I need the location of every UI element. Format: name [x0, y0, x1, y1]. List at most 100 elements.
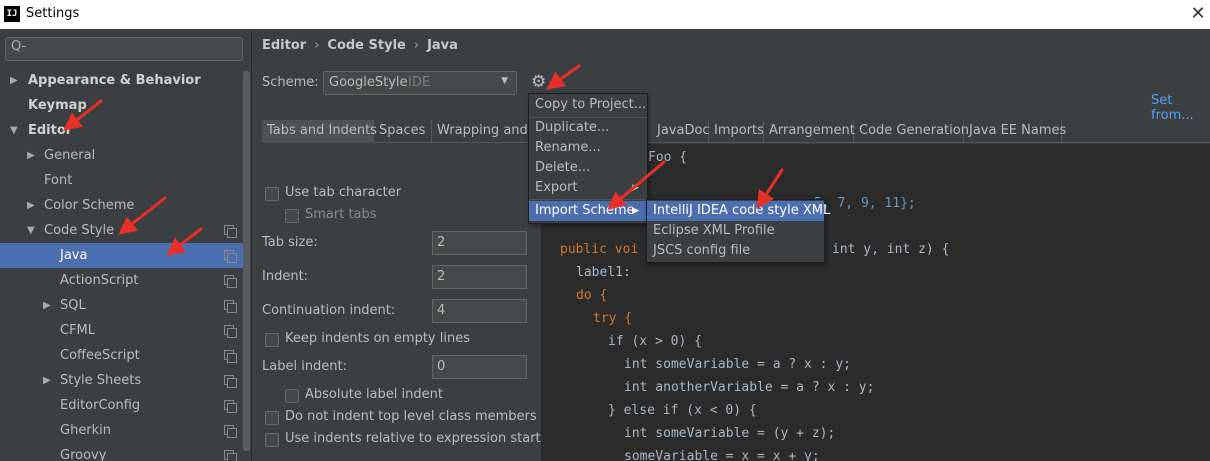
- search-icon: Q-: [11, 39, 27, 54]
- sidebar-item-label: Color Scheme: [44, 198, 135, 213]
- chevron-down-icon[interactable]: ▼: [10, 118, 18, 143]
- close-icon[interactable]: ✕: [1186, 2, 1210, 26]
- code-line: if (x > 0) {: [608, 334, 702, 349]
- breadcrumb-separator: ›: [314, 38, 320, 53]
- tab-bar: Tabs and Indents Spaces Wrapping and B J…: [262, 120, 1210, 143]
- menu-item-copy-to-project[interactable]: Copy to Project...: [529, 95, 647, 115]
- indent-label: Indent:: [262, 269, 309, 284]
- no-indent-top-checkbox[interactable]: [265, 411, 279, 425]
- breadcrumb-separator: ›: [413, 38, 420, 53]
- tab-tabs-and-indents[interactable]: Tabs and Indents: [262, 120, 377, 143]
- sidebar-item-gherkin[interactable]: Gherkin: [0, 418, 243, 443]
- chevron-down-icon: ▼: [501, 76, 508, 86]
- sidebar-item-keymap[interactable]: Keymap: [0, 93, 243, 118]
- tab-arrangement[interactable]: Arrangement: [764, 120, 855, 143]
- tab-size-field[interactable]: 2: [432, 231, 527, 255]
- tab-javadoc[interactable]: JavaDoc: [652, 120, 710, 143]
- sidebar-item-label: Java: [60, 248, 88, 263]
- keep-indents-label: Keep indents on empty lines: [285, 331, 470, 346]
- chevron-right-icon[interactable]: ▶: [27, 193, 35, 218]
- absolute-label-checkbox[interactable]: [285, 389, 299, 403]
- sidebar-item-editorconfig[interactable]: EditorConfig: [0, 393, 243, 418]
- tab-size-label: Tab size:: [262, 235, 318, 250]
- sidebar-item-appearance[interactable]: ▶ Appearance & Behavior: [0, 68, 243, 93]
- relative-indent-label: Use indents relative to expression start: [285, 431, 541, 446]
- continuation-indent-label: Continuation indent:: [262, 303, 396, 318]
- import-scheme-submenu: IntelliJ IDEA code style XML Eclipse XML…: [646, 199, 830, 263]
- sidebar-item-label: Font: [44, 173, 73, 188]
- code-line: int someVariable = (y + z);: [624, 426, 836, 441]
- menu-item-label: Import Scheme: [535, 203, 635, 218]
- menu-item-intellij-xml[interactable]: IntelliJ IDEA code style XML: [647, 201, 830, 221]
- sidebar-item-label: CFML: [60, 323, 96, 338]
- chevron-right-icon[interactable]: ▶: [43, 368, 51, 393]
- menu-item-export[interactable]: Export ▶: [529, 178, 647, 198]
- code-line: } else if (x < 0) {: [608, 403, 757, 418]
- breadcrumb: Editor › Code Style › Java: [262, 38, 458, 53]
- window-title: Settings: [26, 6, 80, 21]
- sidebar-item-label: ActionScript: [60, 273, 139, 288]
- sidebar-item-general[interactable]: ▶ General: [0, 143, 243, 168]
- menu-item-label: Export: [535, 180, 578, 195]
- project-copy-icon: [224, 225, 237, 238]
- scheme-value: GoogleStyle: [329, 75, 408, 90]
- menu-item-import-scheme[interactable]: Import Scheme ▶: [529, 201, 647, 221]
- use-tab-checkbox[interactable]: [265, 187, 279, 201]
- tab-imports[interactable]: Imports: [709, 120, 764, 143]
- tab-spaces[interactable]: Spaces: [374, 120, 432, 143]
- keep-indents-checkbox[interactable]: [265, 333, 279, 347]
- sidebar-item-label: SQL: [60, 298, 86, 313]
- sidebar-item-label: Style Sheets: [60, 373, 142, 388]
- tab-wrapping[interactable]: Wrapping and B: [432, 120, 541, 143]
- sidebar-item-label: CoffeeScript: [60, 348, 140, 363]
- indent-field[interactable]: 2: [432, 265, 527, 289]
- sidebar-item-font[interactable]: Font: [0, 168, 243, 193]
- tab-java-ee-names[interactable]: Java EE Names: [964, 120, 1066, 143]
- sidebar-item-sql[interactable]: ▶ SQL: [0, 293, 243, 318]
- gear-icon[interactable]: ⚙: [531, 72, 546, 92]
- title-bar: IJ Settings ✕: [0, 0, 1210, 29]
- settings-tree: ▶ Appearance & Behavior Keymap ▼ Editor …: [0, 68, 243, 461]
- menu-item-duplicate[interactable]: Duplicate...: [529, 118, 647, 138]
- sidebar-item-java[interactable]: Java: [0, 243, 243, 268]
- indent-options: Use tab character Smart tabs Tab size: 2…: [253, 144, 542, 461]
- sidebar-item-code-style[interactable]: ▼ Code Style: [0, 218, 243, 243]
- smart-tabs-checkbox[interactable]: [285, 209, 299, 223]
- sidebar-item-label: Keymap: [28, 98, 87, 113]
- sidebar-item-actionscript[interactable]: ActionScript: [0, 268, 243, 293]
- menu-item-eclipse-xml[interactable]: Eclipse XML Profile: [647, 221, 824, 241]
- sidebar-item-style-sheets[interactable]: ▶ Style Sheets: [0, 368, 243, 393]
- sidebar-item-cfml[interactable]: CFML: [0, 318, 243, 343]
- code-line: Foo {: [648, 150, 688, 165]
- code-line: int someVariable = a ? x : y;: [624, 357, 851, 372]
- settings-sidebar: Q- ▶ Appearance & Behavior Keymap ▼ Edit…: [0, 29, 252, 461]
- set-from-link[interactable]: Set from...: [1151, 93, 1210, 123]
- relative-indent-checkbox[interactable]: [265, 433, 279, 447]
- sidebar-item-label: Appearance & Behavior: [28, 73, 201, 88]
- chevron-right-icon[interactable]: ▶: [27, 143, 35, 168]
- code-line: public voi: [560, 242, 639, 257]
- breadcrumb-code-style: Code Style: [327, 38, 406, 53]
- submenu-arrow-icon: ▶: [632, 206, 639, 216]
- chevron-right-icon[interactable]: ▶: [43, 293, 51, 318]
- sidebar-item-groovy[interactable]: Groovy: [0, 443, 243, 461]
- scheme-dropdown[interactable]: GoogleStyle IDE ▼: [323, 71, 517, 95]
- menu-item-rename[interactable]: Rename...: [529, 138, 647, 158]
- sidebar-item-color-scheme[interactable]: ▶ Color Scheme: [0, 193, 243, 218]
- project-copy-icon: [224, 325, 237, 338]
- sidebar-item-editor[interactable]: ▼ Editor: [0, 118, 243, 143]
- search-input[interactable]: Q-: [5, 37, 243, 61]
- code-line: label1:: [576, 265, 631, 280]
- sidebar-item-coffeescript[interactable]: CoffeeScript: [0, 343, 243, 368]
- no-indent-top-label: Do not indent top level class members: [285, 409, 537, 424]
- tab-code-generation[interactable]: Code Generation: [854, 120, 969, 143]
- sidebar-scrollbar[interactable]: [243, 71, 250, 451]
- continuation-indent-field[interactable]: 4: [432, 299, 527, 323]
- chevron-down-icon[interactable]: ▼: [27, 218, 35, 243]
- menu-item-delete[interactable]: Delete...: [529, 158, 647, 178]
- chevron-right-icon[interactable]: ▶: [10, 68, 18, 93]
- sidebar-item-label: Editor: [28, 123, 73, 138]
- menu-item-jscs-config[interactable]: JSCS config file: [647, 241, 824, 261]
- label-indent-field[interactable]: 0: [432, 355, 527, 379]
- project-copy-icon: [224, 250, 237, 263]
